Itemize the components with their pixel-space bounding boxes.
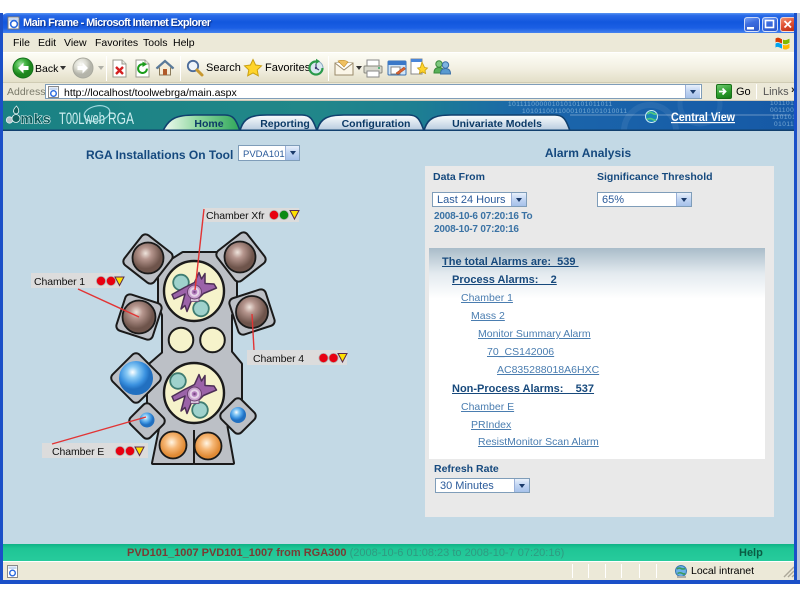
svg-text:Chamber 4: Chamber 4 xyxy=(253,353,304,365)
svg-text:Configuration: Configuration xyxy=(342,118,411,130)
svg-text:10111100000101010101011011: 10111100000101010101011011 xyxy=(508,101,613,108)
svg-text:101101: 101101 xyxy=(770,100,794,107)
svg-text:RGA: RGA xyxy=(108,109,134,128)
svg-text:mks: mks xyxy=(21,111,51,127)
svg-text:T00Lweb: T00Lweb xyxy=(59,109,105,128)
svg-text:001100: 001100 xyxy=(770,107,794,114)
svg-text:Chamber 1: Chamber 1 xyxy=(34,276,85,288)
svg-text:Univariate Models: Univariate Models xyxy=(452,118,542,130)
svg-text:Reporting: Reporting xyxy=(260,118,310,130)
svg-text:10101100110001010101010011: 10101100110001010101010011 xyxy=(522,108,628,115)
svg-text:Central View: Central View xyxy=(671,110,736,124)
svg-text:Chamber E: Chamber E xyxy=(52,446,104,458)
svg-text:Chamber Xfr: Chamber Xfr xyxy=(206,210,265,222)
svg-text:Home: Home xyxy=(194,118,223,130)
